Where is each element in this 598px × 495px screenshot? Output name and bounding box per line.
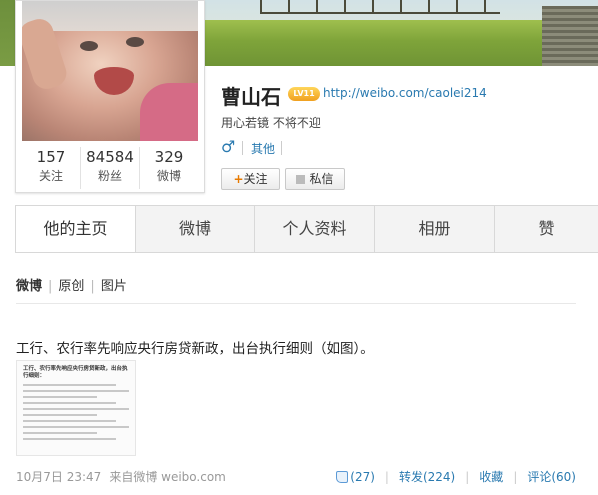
stat-following-label: 关注 [38, 169, 63, 183]
post-meta: 10月7日 23:47 来自微博 weibo.com [16, 468, 226, 485]
male-icon: ♂ [221, 137, 236, 156]
tab-home[interactable]: 他的主页 [15, 206, 136, 252]
stat-posts[interactable]: 329 微博 [140, 147, 198, 189]
post-source-link[interactable]: 来自微博 weibo.com [109, 470, 226, 484]
stat-posts-label: 微博 [156, 169, 181, 183]
info-divider [281, 141, 282, 155]
repost-button[interactable]: 转发(224) [399, 468, 455, 485]
stat-followers-label: 粉丝 [97, 169, 122, 183]
filter-original[interactable]: 原创 [58, 279, 84, 294]
tab-profile-info[interactable]: 个人资料 [255, 206, 375, 252]
avatar-card: 157 关注 84584 粉丝 329 微博 [15, 0, 205, 193]
cover-fence [260, 0, 500, 14]
filter-all-posts[interactable]: 微博 [16, 279, 42, 294]
like-count[interactable]: (27) [350, 470, 375, 484]
stat-posts-count: 329 [154, 148, 184, 166]
tab-album[interactable]: 相册 [375, 206, 495, 252]
message-label: 私信 [309, 172, 334, 186]
feed-filter-tabs: 微博 | 原创 | 图片 [16, 279, 127, 294]
plus-icon: + [233, 172, 244, 186]
feed-panel: 微博 | 原创 | 图片 工行、农行率先响应央行房贷新政，出台执行细则（如图）。 工行、… [0, 253, 598, 495]
profile-url-link[interactable]: http://weibo.com/caolei214 [323, 86, 487, 100]
comment-button[interactable]: 评论(60) [527, 468, 576, 485]
post-timestamp-link[interactable]: 10月7日 23:47 [16, 470, 101, 484]
profile-name: 曹山石 [221, 85, 281, 109]
follow-button[interactable]: +关注 [221, 168, 280, 190]
stat-followers-count: 84584 [86, 148, 134, 166]
favorite-button[interactable]: 收藏 [479, 468, 503, 485]
avatar[interactable] [22, 1, 198, 141]
stat-following[interactable]: 157 关注 [22, 147, 81, 189]
follow-label: 关注 [243, 172, 268, 186]
profile-stats: 157 关注 84584 粉丝 329 微博 [22, 147, 198, 189]
feed-divider [16, 303, 576, 304]
profile-motto: 用心若镜 不将不迎 [221, 116, 321, 130]
message-icon [296, 175, 306, 184]
info-divider [242, 141, 243, 155]
like-icon[interactable] [336, 470, 349, 483]
stat-following-count: 157 [36, 148, 66, 166]
post-image-thumbnail[interactable]: 工行、农行率先响应央行房贷新政，出台执行细则： [16, 360, 136, 456]
message-button[interactable]: 私信 [285, 168, 345, 190]
filter-images[interactable]: 图片 [101, 279, 127, 294]
post-text: 工行、农行率先响应央行房贷新政，出台执行细则（如图）。 [16, 341, 374, 357]
cover-stairs [542, 6, 598, 66]
profile-tag-link[interactable]: 其他 [251, 140, 275, 157]
stat-followers[interactable]: 84584 粉丝 [81, 147, 140, 189]
cover-grass [200, 20, 598, 66]
tab-weibo[interactable]: 微博 [136, 206, 255, 252]
level-badge[interactable]: LV11 [288, 87, 320, 101]
profile-tabs: 他的主页 微博 个人资料 相册 赞 [15, 205, 598, 253]
thumbnail-title: 工行、农行率先响应央行房贷新政，出台执行细则： [23, 366, 128, 379]
tab-likes[interactable]: 赞 [495, 206, 598, 252]
post-actions: (27) | 转发(224) | 收藏 | 评论(60) [336, 468, 576, 485]
